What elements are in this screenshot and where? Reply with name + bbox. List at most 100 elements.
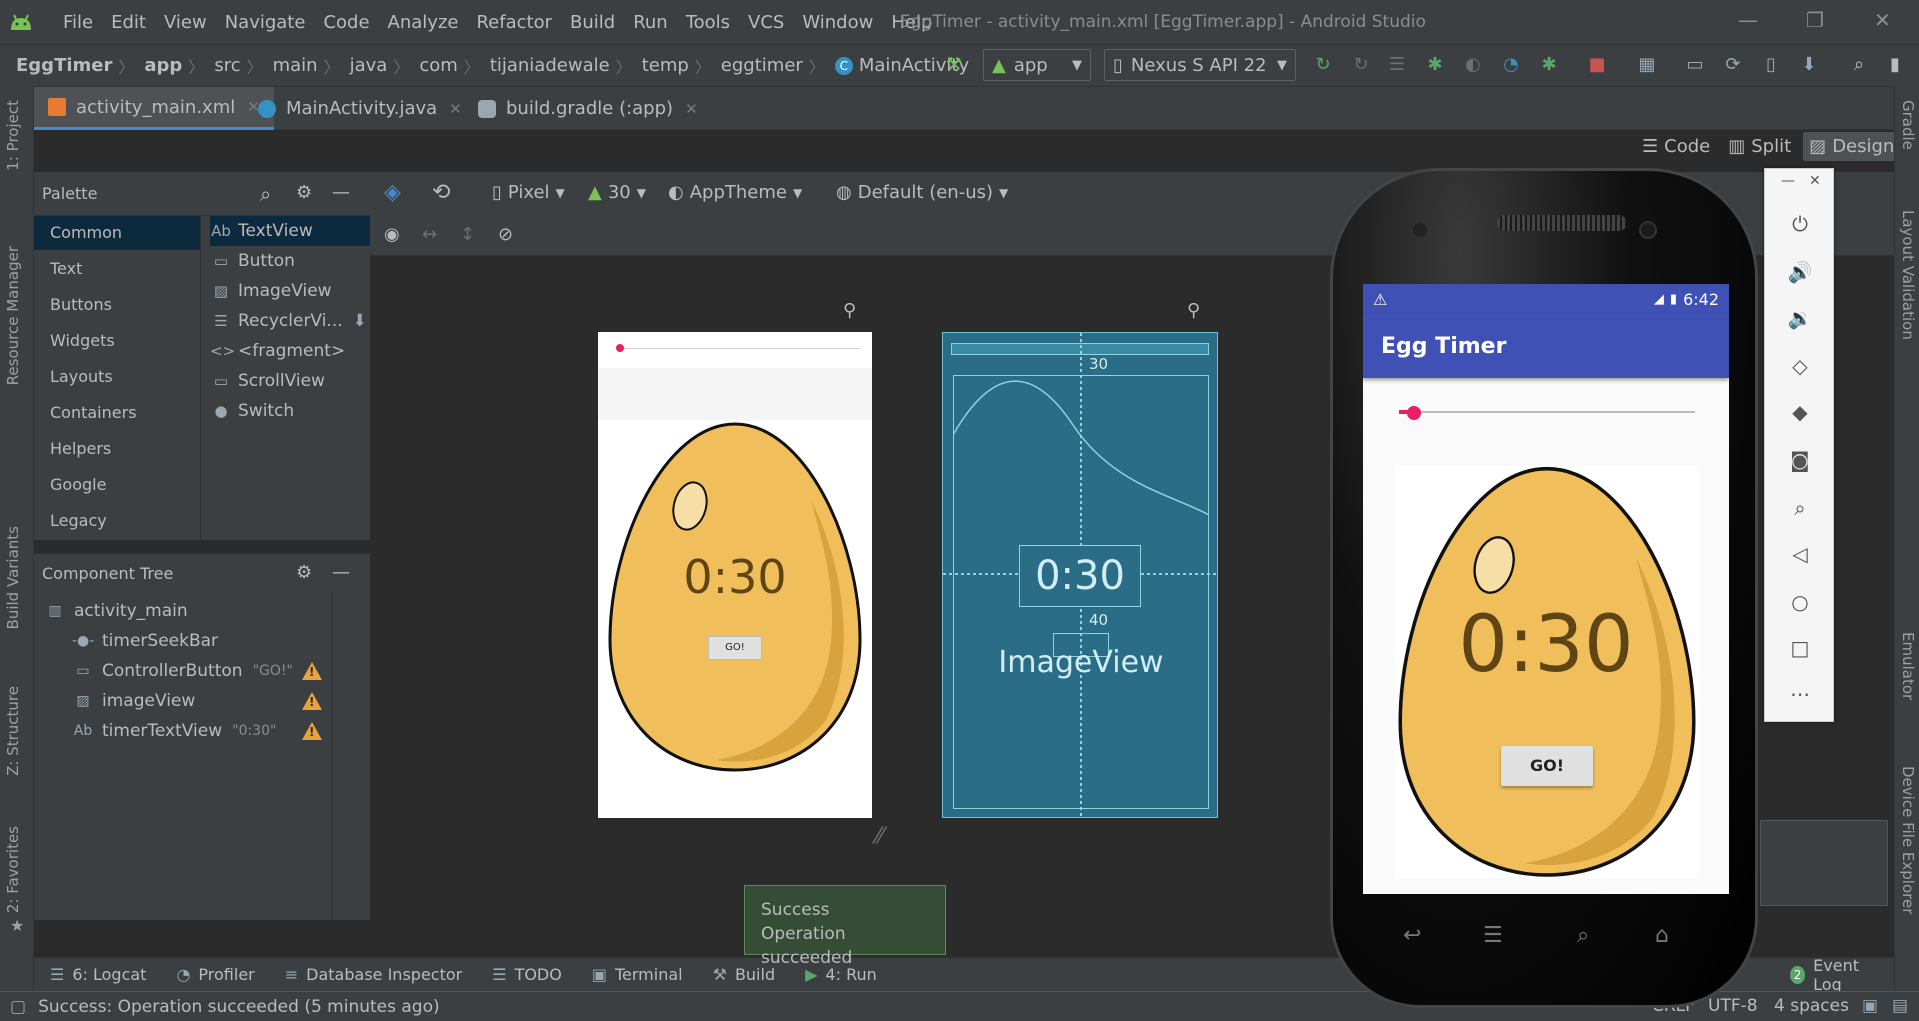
palette-category-widgets[interactable]: Widgets xyxy=(34,324,200,358)
palette-item-recyclerview[interactable]: ☰ RecyclerVi... ⬇ xyxy=(210,306,367,336)
search-everywhere-icon[interactable]: ⌕ xyxy=(1848,54,1870,76)
menu-run[interactable]: Run xyxy=(633,12,668,33)
palette-category-text[interactable]: Text xyxy=(34,252,200,286)
tab-logcat[interactable]: ☰ 6: Logcat xyxy=(50,965,146,984)
palette-category-containers[interactable]: Containers xyxy=(34,396,200,430)
breadcrumb-eggtimer[interactable]: eggtimer xyxy=(721,55,803,76)
debug-icon[interactable]: ✱ xyxy=(1424,54,1446,76)
more-icon[interactable]: ⋯ xyxy=(1787,681,1813,707)
orientation-icon[interactable]: ⟲ xyxy=(432,180,450,205)
palette-category-helpers[interactable]: Helpers xyxy=(34,432,200,466)
search-icon[interactable]: ⌕ xyxy=(260,182,271,206)
restore-icon[interactable]: ❐ xyxy=(1806,8,1824,32)
indent-setting[interactable]: 4 spaces xyxy=(1774,996,1849,1016)
volume-down-icon[interactable]: 🔉 xyxy=(1787,305,1813,331)
vertical-constraint-icon[interactable]: ↕ xyxy=(460,224,475,245)
tab-terminal[interactable]: ▣ Terminal xyxy=(592,965,683,984)
resize-handle-icon[interactable]: ⁄⁄ xyxy=(876,824,883,849)
status-toggle-icon[interactable]: ▢ xyxy=(10,997,26,1017)
device-preview-select[interactable]: ▯ Pixel ▼ xyxy=(492,182,565,203)
close-icon[interactable]: ✕ xyxy=(1809,173,1821,189)
palette-item-switch[interactable]: ● Switch xyxy=(210,396,294,426)
device-manager-icon[interactable]: ▭ xyxy=(1684,54,1706,76)
volume-up-icon[interactable]: 🔊 xyxy=(1787,259,1813,285)
go-button[interactable]: GO! xyxy=(1501,746,1593,786)
success-notification[interactable]: Success Operation succeeded xyxy=(744,885,946,968)
tab-profiler[interactable]: ◔ Profiler xyxy=(176,965,254,984)
stop-icon[interactable]: ■ xyxy=(1586,54,1608,76)
power-icon[interactable]: ⏻ xyxy=(1787,211,1813,237)
api-level-select[interactable]: ▲ 30 ▼ xyxy=(588,182,646,203)
palette-category-layouts[interactable]: Layouts xyxy=(34,360,200,394)
palette-item-imageview[interactable]: ▨ ImageView xyxy=(210,276,332,306)
palette-item-scrollview[interactable]: ▭ ScrollView xyxy=(210,366,325,396)
warning-icon[interactable]: ! xyxy=(302,662,322,680)
tab-mainactivity-java[interactable]: MainActivity.java ✕ xyxy=(244,87,476,130)
tree-item-imageview[interactable]: ▨ imageView xyxy=(72,686,195,716)
avd-manager-icon[interactable]: ▯ xyxy=(1760,54,1782,76)
locale-select[interactable]: ◍ Default (en-us) ▼ xyxy=(836,182,1008,203)
make-project-icon[interactable]: ⚒ xyxy=(943,54,965,76)
minimize-icon[interactable]: — xyxy=(1781,173,1795,189)
close-tab-icon[interactable]: ✕ xyxy=(685,100,698,118)
palette-category-common[interactable]: Common xyxy=(34,216,200,250)
tab-event-log[interactable]: 2 Event Log xyxy=(1790,956,1880,994)
mode-design-button[interactable]: ▨ Design xyxy=(1803,132,1901,161)
apply-changes-icon[interactable]: ↻ xyxy=(1312,54,1334,76)
back-key-icon[interactable]: ↩ xyxy=(1403,923,1421,948)
palette-item-fragment[interactable]: <> <fragment> xyxy=(210,336,345,366)
tree-item-activity-main[interactable]: ▥ activity_main xyxy=(44,596,187,626)
breadcrumb-project[interactable]: EggTimer xyxy=(16,55,112,76)
gear-icon[interactable]: ⚙ xyxy=(296,182,312,203)
menu-key-icon[interactable]: ☰ xyxy=(1483,923,1503,948)
tool-structure[interactable]: Z: Structure xyxy=(4,686,22,776)
menu-analyze[interactable]: Analyze xyxy=(388,12,459,33)
list-icon[interactable]: ☰ xyxy=(1386,54,1408,76)
search-key-icon[interactable]: ⌕ xyxy=(1577,923,1589,948)
palette-item-textview[interactable]: Ab TextView xyxy=(210,216,370,246)
design-preview[interactable]: 0:30 GO! xyxy=(598,332,872,818)
sync-icon[interactable]: ⟳ xyxy=(1722,54,1744,76)
overview-icon[interactable]: □ xyxy=(1787,635,1813,661)
coverage-icon[interactable]: ◐ xyxy=(1462,54,1484,76)
hide-icon[interactable]: — xyxy=(332,182,350,203)
breadcrumb-tijaniadewale[interactable]: tijaniadewale xyxy=(490,55,610,76)
tool-gradle[interactable]: Gradle xyxy=(1899,100,1917,150)
tree-item-timertextview[interactable]: Ab timerTextView "0:30" xyxy=(72,716,277,746)
mode-code-button[interactable]: ☰ Code xyxy=(1636,132,1716,161)
notifications-icon[interactable]: ▤ xyxy=(1892,996,1908,1016)
run-config-select[interactable]: ▲ app ▼ xyxy=(983,49,1091,81)
home-icon[interactable]: ○ xyxy=(1787,589,1813,615)
palette-item-button[interactable]: ▭ Button xyxy=(210,246,295,276)
tab-activity-main[interactable]: activity_main.xml ✕ xyxy=(34,87,274,130)
menu-navigate[interactable]: Navigate xyxy=(225,12,306,33)
breadcrumb-main[interactable]: main xyxy=(273,55,318,76)
warning-icon[interactable]: ! xyxy=(302,692,322,710)
download-icon[interactable]: ⬇ xyxy=(353,306,367,336)
breadcrumb-temp[interactable]: temp xyxy=(642,55,689,76)
emulator-screen[interactable]: ⚠ ◢ ▮ 6:42 Egg Timer 0:30 GO! xyxy=(1363,284,1729,894)
sdk-manager-icon[interactable]: ⬇ xyxy=(1798,54,1820,76)
tool-build-variants[interactable]: Build Variants xyxy=(4,526,22,629)
menu-tools[interactable]: Tools xyxy=(686,12,730,33)
minimize-icon[interactable]: — xyxy=(1738,8,1758,32)
project-structure-icon[interactable]: ▦ xyxy=(1636,54,1658,76)
breadcrumb-com[interactable]: com xyxy=(419,55,457,76)
device-select[interactable]: ▯ Nexus S API 22 ▼ xyxy=(1104,49,1296,81)
eye-icon[interactable]: ◉ xyxy=(384,224,400,245)
tool-project[interactable]: 1: Project xyxy=(4,100,22,171)
warning-icon[interactable]: ! xyxy=(302,722,322,740)
hide-icon[interactable]: — xyxy=(332,562,350,583)
theme-select[interactable]: ◐ AppTheme ▼ xyxy=(668,182,802,203)
menu-code[interactable]: Code xyxy=(323,12,369,33)
menu-view[interactable]: View xyxy=(164,12,207,33)
zoom-icon[interactable]: ⌕ xyxy=(1787,495,1813,521)
close-tab-icon[interactable]: ✕ xyxy=(449,100,462,118)
tool-device-file-explorer[interactable]: Device File Explorer xyxy=(1899,766,1917,914)
home-key-icon[interactable]: ⌂ xyxy=(1655,923,1669,948)
menu-window[interactable]: Window xyxy=(802,12,873,33)
tree-item-timerseekbar[interactable]: -●- timerSeekBar xyxy=(72,626,218,656)
blueprint-view[interactable]: 30 0:30 40 ImageView xyxy=(942,332,1219,819)
menu-vcs[interactable]: VCS xyxy=(748,12,784,33)
breadcrumb-module[interactable]: app xyxy=(144,55,182,76)
